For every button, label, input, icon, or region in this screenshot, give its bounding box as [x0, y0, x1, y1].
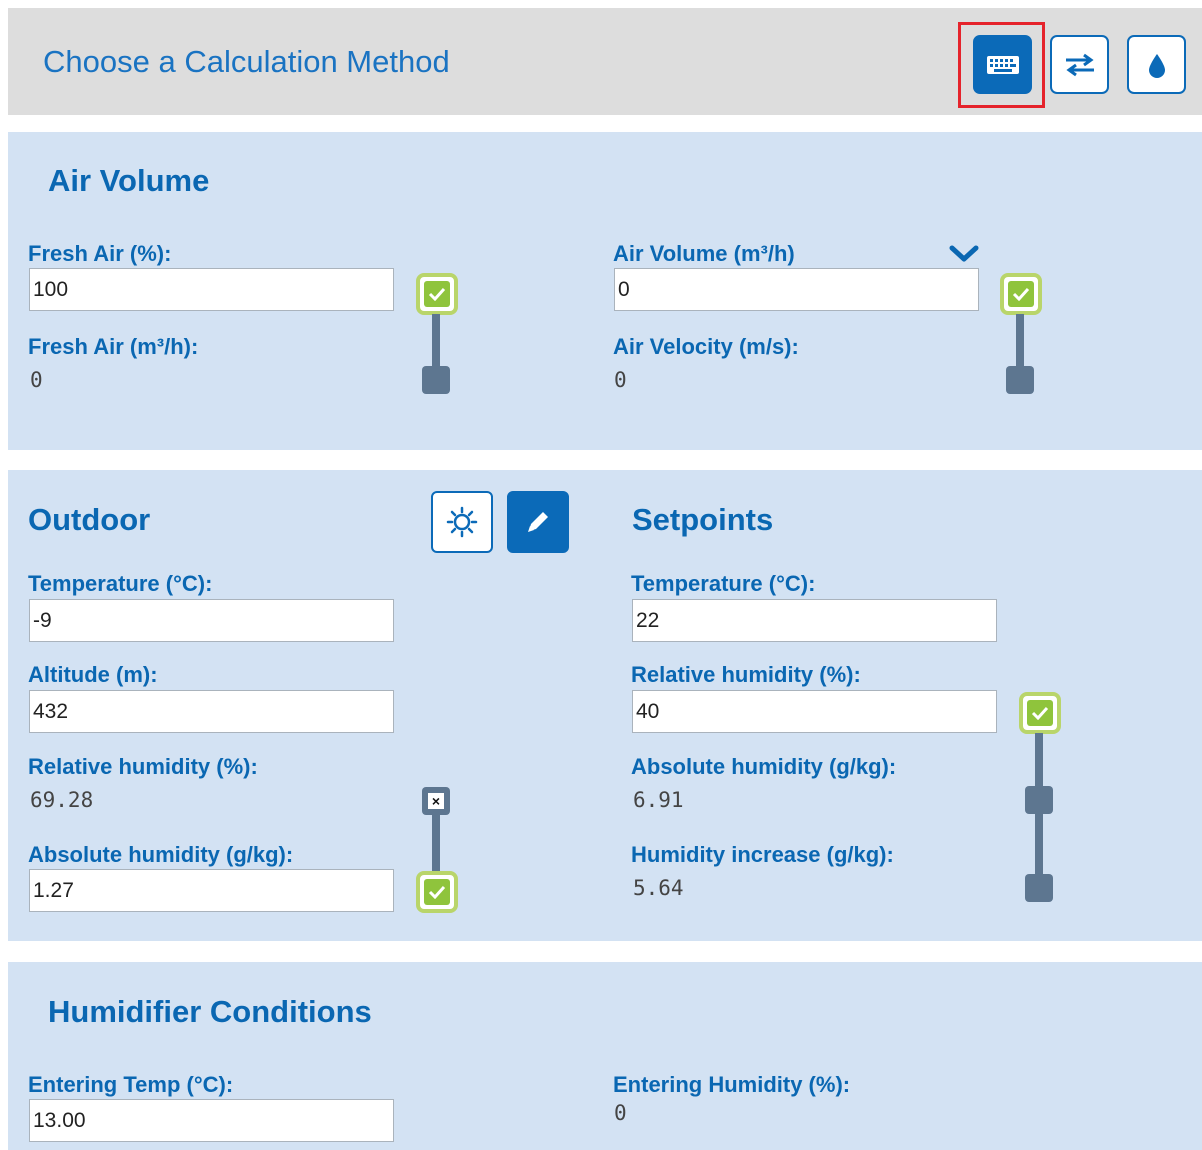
- outdoor-rh-label: Relative humidity (%):: [28, 754, 258, 779]
- outdoor-temperature-input[interactable]: [29, 599, 394, 642]
- outdoor-rh-value: 69.28: [30, 788, 94, 812]
- close-icon: ×: [428, 793, 444, 809]
- air-volume-label: Air Volume (m³/h): [613, 241, 795, 266]
- fresh-air-percent-label: Fresh Air (%):: [28, 241, 172, 266]
- manual-entry-button[interactable]: [507, 491, 569, 553]
- link-slider-track: [432, 812, 440, 872]
- checkmark-icon: [428, 885, 446, 899]
- air-volume-title: Air Volume: [48, 163, 210, 198]
- setpoint-temperature-label: Temperature (°C):: [631, 571, 816, 596]
- checkmark-icon: [1031, 706, 1049, 720]
- swap-method-button[interactable]: [1050, 35, 1109, 94]
- selection-highlight: [958, 22, 1045, 108]
- air-volume-input[interactable]: [614, 268, 979, 311]
- air-velocity-label: Air Velocity (m/s):: [613, 334, 799, 359]
- air-volume-lock-toggle[interactable]: [1000, 273, 1042, 315]
- link-slider-track: [432, 314, 440, 372]
- setpoint-temperature-input[interactable]: [632, 599, 997, 642]
- checkmark-icon: [428, 287, 446, 301]
- fresh-air-m3h-value: 0: [30, 368, 43, 392]
- chevron-down-icon[interactable]: [948, 243, 980, 265]
- setpoints-title: Setpoints: [632, 502, 774, 537]
- outdoor-rh-lock-toggle[interactable]: ×: [422, 787, 450, 815]
- weather-data-button[interactable]: [431, 491, 493, 553]
- fresh-air-m3h-lock-toggle[interactable]: [422, 366, 450, 394]
- entering-temp-label: Entering Temp (°C):: [28, 1072, 234, 1097]
- humidity-increase-lock-toggle[interactable]: [1025, 874, 1053, 902]
- fresh-air-percent-lock-toggle[interactable]: [416, 273, 458, 315]
- humidity-increase-value: 5.64: [633, 876, 684, 900]
- humidifier-conditions-title: Humidifier Conditions: [48, 994, 372, 1029]
- humidity-method-button[interactable]: [1127, 35, 1186, 94]
- outdoor-abs-humidity-input[interactable]: [29, 869, 394, 912]
- air-velocity-value: 0: [614, 368, 627, 392]
- sun-icon: [446, 506, 478, 538]
- outdoor-title: Outdoor: [28, 502, 151, 537]
- fresh-air-m3h-label: Fresh Air (m³/h):: [28, 334, 199, 359]
- outdoor-abs-humidity-lock-toggle[interactable]: [416, 871, 458, 913]
- altitude-input[interactable]: [29, 690, 394, 733]
- swap-arrows-icon: [1065, 53, 1094, 76]
- setpoint-abs-humidity-value: 6.91: [633, 788, 684, 812]
- pencil-icon: [528, 512, 548, 532]
- setpoint-rh-input[interactable]: [632, 690, 997, 733]
- entering-humidity-label: Entering Humidity (%):: [613, 1072, 851, 1097]
- entering-humidity-value: 0: [614, 1101, 627, 1125]
- entering-temp-input[interactable]: [29, 1099, 394, 1142]
- humidity-increase-label: Humidity increase (g/kg):: [631, 842, 894, 867]
- page-title: Choose a Calculation Method: [43, 44, 450, 79]
- link-slider-track: [1016, 314, 1024, 372]
- setpoint-abs-humidity-lock-toggle[interactable]: [1025, 786, 1053, 814]
- setpoint-rh-label: Relative humidity (%):: [631, 662, 861, 687]
- checkmark-icon: [1012, 287, 1030, 301]
- setpoint-rh-lock-toggle[interactable]: [1019, 692, 1061, 734]
- altitude-label: Altitude (m):: [28, 662, 158, 687]
- outdoor-temperature-label: Temperature (°C):: [28, 571, 213, 596]
- air-velocity-lock-toggle[interactable]: [1006, 366, 1034, 394]
- outdoor-abs-humidity-label: Absolute humidity (g/kg):: [28, 842, 294, 867]
- fresh-air-percent-input[interactable]: [29, 268, 394, 311]
- water-drop-icon: [1148, 53, 1165, 78]
- setpoint-abs-humidity-label: Absolute humidity (g/kg):: [631, 754, 897, 779]
